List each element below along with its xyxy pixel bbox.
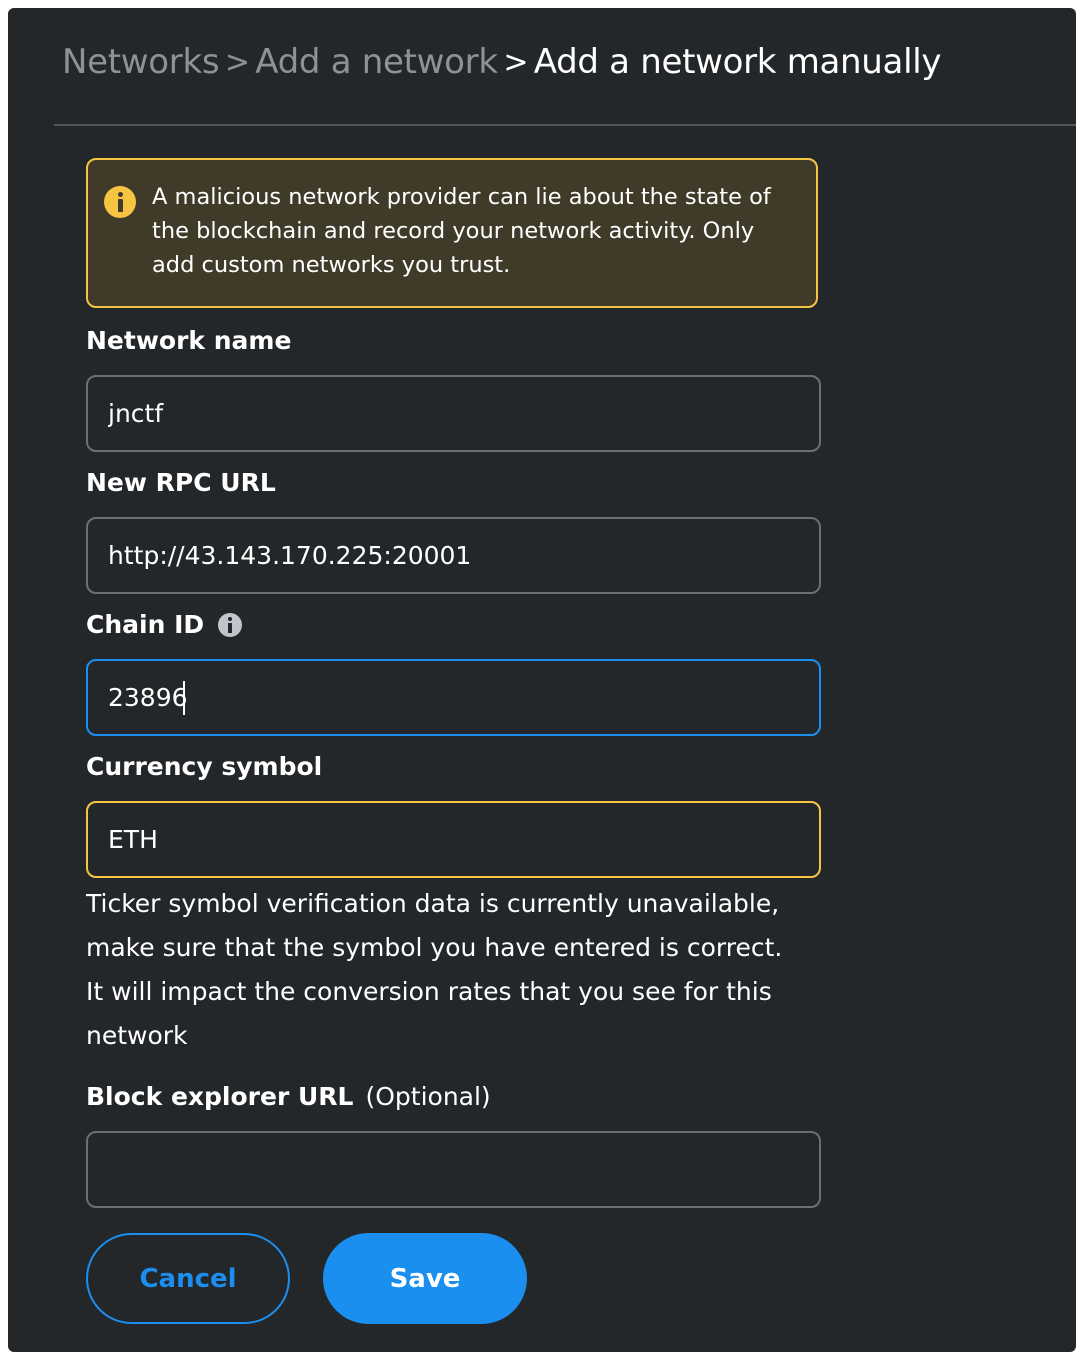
block-explorer-label-text: Block explorer URL xyxy=(86,1082,354,1111)
add-network-window: Networks > Add a network > Add a network… xyxy=(8,8,1076,1352)
currency-symbol-helper-text: Ticker symbol verification data is curre… xyxy=(86,889,783,1050)
currency-symbol-input[interactable] xyxy=(86,801,821,878)
rpc-url-label-text: New RPC URL xyxy=(86,468,276,497)
currency-symbol-label-text: Currency symbol xyxy=(86,752,323,781)
chevron-right-icon: > xyxy=(503,44,529,80)
page-title: Add a network manually xyxy=(533,42,942,82)
chain-id-label: Chain ID xyxy=(86,608,243,642)
security-warning-banner: A malicious network provider can lie abo… xyxy=(86,158,818,308)
rpc-url-label: New RPC URL xyxy=(86,466,276,500)
block-explorer-label: Block explorer URL (Optional) xyxy=(86,1080,491,1114)
warning-text: A malicious network provider can lie abo… xyxy=(152,184,771,278)
optional-tag: (Optional) xyxy=(365,1082,491,1111)
network-name-label: Network name xyxy=(86,324,291,358)
network-name-label-text: Network name xyxy=(86,326,292,355)
chain-id-label-text: Chain ID xyxy=(86,610,205,639)
info-circle-icon xyxy=(104,186,136,218)
network-name-input[interactable] xyxy=(86,375,821,452)
rpc-url-input[interactable] xyxy=(86,517,821,594)
text-cursor xyxy=(183,681,185,715)
currency-symbol-label: Currency symbol xyxy=(86,750,322,784)
breadcrumb-networks[interactable]: Networks xyxy=(62,42,220,82)
header-divider xyxy=(54,124,1076,126)
info-icon[interactable] xyxy=(218,613,243,637)
block-explorer-input[interactable] xyxy=(86,1131,821,1208)
chain-id-input[interactable] xyxy=(86,659,821,736)
cancel-button[interactable]: Cancel xyxy=(86,1233,290,1324)
breadcrumb: Networks > Add a network > Add a network… xyxy=(62,36,942,88)
save-button[interactable]: Save xyxy=(323,1233,527,1324)
breadcrumb-add-network[interactable]: Add a network xyxy=(255,42,498,82)
chevron-right-icon: > xyxy=(224,44,250,80)
